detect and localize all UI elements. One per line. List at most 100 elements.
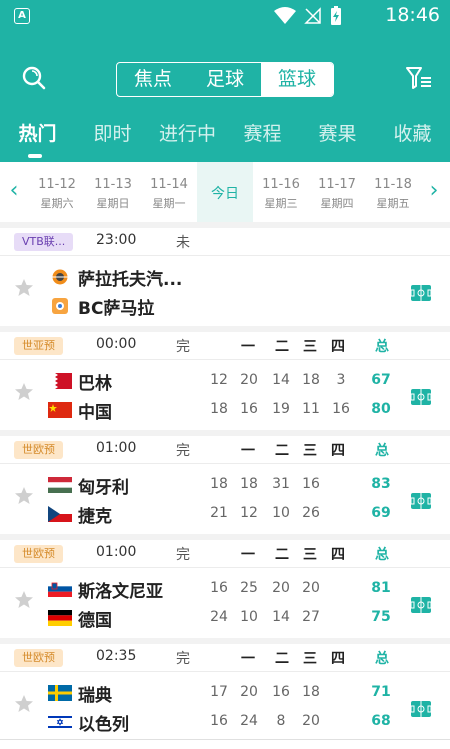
total-score: 67: [371, 372, 391, 388]
match-card[interactable]: 世欧预 02:35 完 一 二三四 总瑞典 17 20 16 18 71 以色列 16 24 8 20 68: [0, 644, 450, 742]
date-selector: ‹ 11-12 星期六 11-13 星期日 11-14 星期一 今日 11-16 星期三…: [0, 162, 450, 222]
sport-tab-focus[interactable]: 焦点: [117, 63, 189, 96]
date-item[interactable]: 11-18 星期五: [365, 162, 421, 222]
live-field-icon[interactable]: [410, 492, 432, 510]
team-flag-icon: [48, 477, 72, 493]
date-item[interactable]: 11-12 星期六: [29, 162, 85, 222]
match-status: 完: [176, 339, 190, 355]
team-flag-icon: [48, 402, 72, 418]
tab-schedule[interactable]: 赛程: [225, 118, 300, 158]
date-label: 11-17: [318, 177, 356, 192]
team-name: 捷克: [78, 506, 112, 527]
quarter-header: 三: [303, 651, 317, 667]
quarter-header: 三: [303, 339, 317, 355]
match-card[interactable]: VTB联... 23:00 未萨拉托夫汽... BC萨马拉: [0, 228, 450, 326]
quarter-score: 10: [272, 505, 290, 521]
quarter-header: 总: [375, 651, 389, 667]
sport-tab-basketball[interactable]: 篮球: [261, 63, 333, 96]
tab-favorites[interactable]: 收藏: [375, 118, 450, 158]
star-icon[interactable]: [14, 486, 34, 506]
match-status: 完: [176, 651, 190, 667]
clock: 18:46: [385, 4, 440, 26]
tab-label: 即时: [93, 123, 132, 145]
chevron-right-icon[interactable]: ›: [426, 180, 442, 202]
total-score: 81: [371, 580, 391, 596]
team-flag-icon: [48, 714, 72, 730]
quarter-header: 四: [331, 443, 345, 459]
quarter-score: 25: [240, 580, 258, 596]
live-field-icon[interactable]: [410, 284, 432, 302]
star-icon[interactable]: [14, 278, 34, 298]
sport-switch: 焦点 足球 篮球: [116, 62, 334, 97]
team-name: 以色列: [78, 714, 129, 735]
live-field-icon[interactable]: [410, 700, 432, 718]
total-score: 80: [371, 401, 391, 417]
quarter-score: 14: [272, 609, 290, 625]
live-field-icon[interactable]: [410, 596, 432, 614]
star-icon[interactable]: [14, 590, 34, 610]
quarter-score: 20: [272, 580, 290, 596]
status-icons: [274, 6, 342, 26]
tab-in-progress[interactable]: 进行中: [150, 118, 225, 158]
team-away: BC萨马拉: [48, 293, 154, 319]
quarter-score: 17: [210, 684, 228, 700]
live-field-icon[interactable]: [410, 388, 432, 406]
quarter-score: 16: [272, 684, 290, 700]
quarter-score: 26: [302, 505, 320, 521]
match-time: 01:00: [96, 544, 137, 560]
team-home: 斯洛文尼亚: [48, 576, 163, 602]
search-icon[interactable]: [20, 64, 48, 92]
league-badge: 世欧预: [14, 545, 63, 563]
weekday-label: 星期四: [320, 197, 354, 210]
tab-hot[interactable]: 热门: [0, 118, 75, 158]
quarter-score: 31: [272, 476, 290, 492]
team-flag-icon: [48, 269, 72, 285]
league-badge: 世亚预: [14, 337, 63, 355]
quarter-score: 14: [272, 372, 290, 388]
quarter-score: 21: [210, 505, 228, 521]
date-label: 今日: [211, 186, 239, 202]
total-score: 68: [371, 713, 391, 729]
tab-label: 收藏: [393, 123, 432, 145]
date-item[interactable]: 11-14 星期一: [141, 162, 197, 222]
quarter-score: 16: [332, 401, 350, 417]
quarter-header: 总: [375, 339, 389, 355]
quarter-score: 19: [272, 401, 290, 417]
quarter-score: 24: [240, 713, 258, 729]
date-item[interactable]: 11-17 星期四: [309, 162, 365, 222]
date-item[interactable]: 11-13 星期日: [85, 162, 141, 222]
quarter-header: 总: [375, 547, 389, 563]
star-icon[interactable]: [14, 382, 34, 402]
match-card[interactable]: 世欧预 01:00 完 一 二三四 总匈牙利 18 18 31 16 83 捷克 21 12 10 26 69: [0, 436, 450, 534]
weekday-label: 星期五: [376, 197, 410, 210]
chevron-left-icon[interactable]: ‹: [6, 180, 22, 202]
date-item-today[interactable]: 今日: [197, 162, 253, 222]
team-flag-icon: [48, 506, 72, 522]
star-icon[interactable]: [14, 694, 34, 714]
date-item[interactable]: 11-16 星期三: [253, 162, 309, 222]
quarter-score: 18: [302, 372, 320, 388]
category-tabs: 热门 即时 进行中 赛程 赛果 收藏: [0, 118, 450, 158]
quarter-score: 18: [240, 476, 258, 492]
active-tab-indicator: [28, 154, 42, 158]
sport-tab-football[interactable]: 足球: [189, 63, 261, 96]
match-card[interactable]: 世亚预 00:00 完 一 二三四 总巴林 12 20 14 18 3 67 中国 18 16 19 11 16 8…: [0, 332, 450, 430]
team-flag-icon: [48, 373, 72, 389]
team-home: 瑞典: [48, 680, 112, 706]
tab-live[interactable]: 即时: [75, 118, 150, 158]
match-header: 世亚预 00:00 完 一 二三四 总: [0, 332, 450, 360]
match-header: 世欧预 01:00 完 一 二三四 总: [0, 436, 450, 464]
date-label: 11-16: [262, 177, 300, 192]
filter-icon[interactable]: [406, 66, 432, 90]
quarter-score: 3: [336, 372, 346, 388]
tab-label: 赛果: [318, 123, 357, 145]
tab-results[interactable]: 赛果: [300, 118, 375, 158]
tab-label: 进行中: [158, 123, 216, 145]
match-card[interactable]: 世欧预 01:00 完 一 二三四 总斯洛文尼亚 16 25 20 20 81 德国 24 10 14 27 7…: [0, 540, 450, 638]
team-name: BC萨马拉: [78, 298, 155, 319]
team-name: 中国: [78, 402, 112, 423]
match-time: 00:00: [96, 336, 137, 352]
team-flag-icon: [48, 581, 72, 597]
status-bar: A 18:46: [0, 0, 450, 32]
tab-label: 赛程: [243, 123, 282, 145]
